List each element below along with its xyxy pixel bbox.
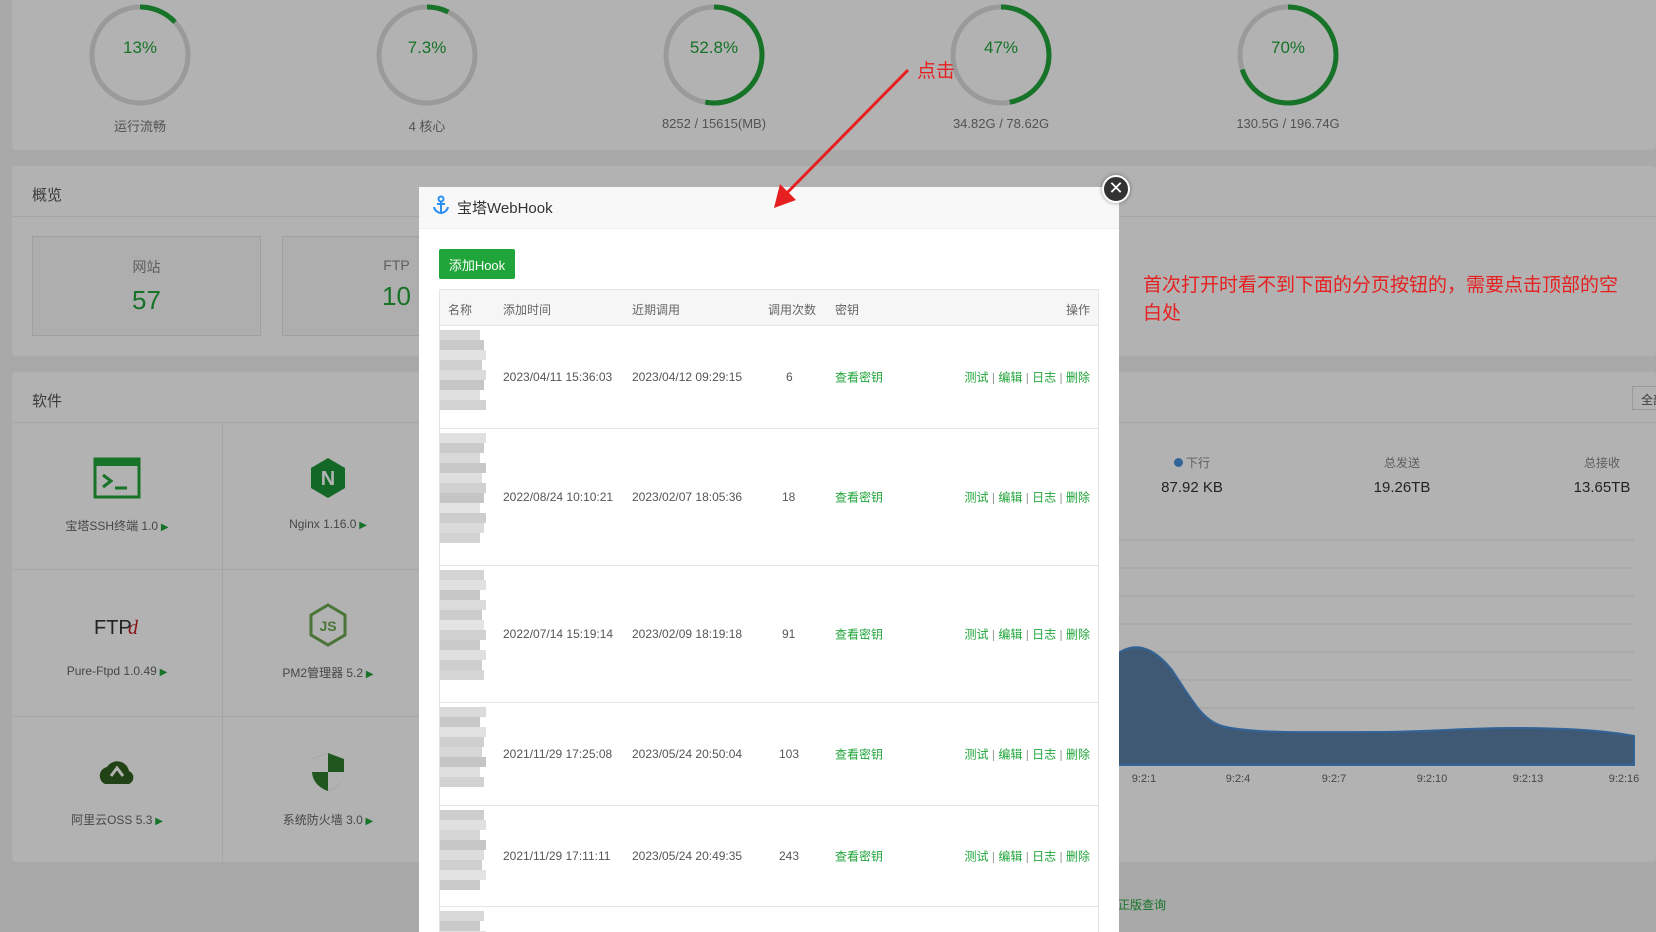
test-link[interactable]: 测试 [965,748,989,762]
call-count: 6 [786,370,793,384]
separator: | [991,627,995,642]
col-key: 密钥 [835,303,860,317]
delete-link[interactable]: 删除 [1066,748,1090,762]
blurred-name [440,911,488,932]
blurred-name [440,330,488,425]
delete-link[interactable]: 删除 [1066,628,1090,642]
blurred-name [440,570,488,698]
separator: | [1059,627,1063,642]
table-row: 2022/08/24 10:10:21 2023/02/07 18:05:36 … [440,429,1098,566]
recent-call: 2023/02/09 18:19:18 [632,627,743,641]
table-row: 2023/04/11 15:36:03 2023/04/12 09:29:15 … [440,326,1098,429]
separator: | [1059,370,1063,385]
col-ops: 操作 [1065,303,1090,317]
separator: | [991,849,995,864]
close-icon: ✕ [1108,178,1124,198]
separator: | [1025,849,1029,864]
separator: | [991,370,995,385]
col-recent: 近期调用 [632,303,681,317]
view-key-link[interactable]: 查看密钥 [835,848,883,865]
test-link[interactable]: 测试 [965,850,989,864]
edit-link[interactable]: 编辑 [998,491,1022,505]
separator: | [1059,747,1063,762]
log-link[interactable]: 日志 [1032,748,1056,762]
added-time: 2023/04/11 15:36:03 [503,370,613,384]
blurred-name [440,433,488,561]
call-count: 103 [779,747,800,761]
separator: | [1059,849,1063,864]
edit-link[interactable]: 编辑 [998,748,1022,762]
row-actions: 测试 | 编辑 | 日志 | 删除 [965,848,1091,865]
row-actions: 测试 | 编辑 | 日志 | 删除 [965,626,1091,643]
annotation-click-label: 点击 [917,61,956,82]
blurred-name [440,810,488,903]
recent-call: 2023/02/07 18:05:36 [632,490,743,504]
log-link[interactable]: 日志 [1032,371,1056,385]
separator: | [1025,490,1029,505]
col-count: 调用次数 [768,303,817,317]
table-row: 2021/11/29 17:25:08 2023/05/24 20:50:04 … [440,703,1098,806]
delete-link[interactable]: 删除 [1066,371,1090,385]
recent-call: 2023/04/12 09:29:15 [632,370,743,384]
separator: | [1025,747,1029,762]
edit-link[interactable]: 编辑 [998,371,1022,385]
separator: | [1059,490,1063,505]
anchor-icon [431,195,451,220]
col-name: 名称 [448,303,473,317]
delete-link[interactable]: 删除 [1066,850,1090,864]
added-time: 2021/11/29 17:11:11 [503,849,611,863]
separator: | [991,490,995,505]
edit-link[interactable]: 编辑 [998,628,1022,642]
add-hook-button[interactable]: 添加Hook [439,249,515,279]
added-time: 2022/08/24 10:10:21 [503,490,614,504]
view-key-link[interactable]: 查看密钥 [835,489,883,506]
annotation-note: 首次打开时看不到下面的分页按钮的，需要点击顶部的空白处 [1143,275,1619,324]
close-dialog-button[interactable]: ✕ [1102,175,1130,203]
row-actions: 测试 | 编辑 | 日志 | 删除 [965,746,1091,763]
view-key-link[interactable]: 查看密钥 [835,369,883,386]
call-count: 243 [779,849,800,863]
log-link[interactable]: 日志 [1032,850,1056,864]
col-added: 添加时间 [503,303,552,317]
test-link[interactable]: 测试 [965,371,989,385]
separator: | [1025,370,1029,385]
view-key-link[interactable]: 查看密钥 [835,626,883,643]
recent-call: 2023/05/24 20:50:04 [632,747,743,761]
test-link[interactable]: 测试 [965,491,989,505]
added-time: 2022/07/14 15:19:14 [503,627,614,641]
test-link[interactable]: 测试 [965,628,989,642]
separator: | [991,747,995,762]
table-row: 2021/11/29 17:11:11 2023/05/24 20:49:35 … [440,806,1098,907]
dialog-title: 宝塔WebHook [457,200,553,217]
edit-link[interactable]: 编辑 [998,850,1022,864]
annotation-arrow [774,68,910,208]
call-count: 91 [782,627,796,641]
webhook-dialog: 宝塔WebHook 添加Hook 名称 添加时间 近期调用 调用次数 密钥 操作… [419,187,1119,932]
separator: | [1025,627,1029,642]
table-row: 2022/07/14 15:19:14 2023/02/09 18:19:18 … [440,566,1098,703]
table-header: 名称 添加时间 近期调用 调用次数 密钥 操作 [440,290,1098,326]
row-actions: 测试 | 编辑 | 日志 | 删除 [965,489,1091,506]
view-key-link[interactable]: 查看密钥 [835,746,883,763]
delete-link[interactable]: 删除 [1066,491,1090,505]
call-count: 18 [782,490,796,504]
recent-call: 2023/05/24 20:49:35 [632,849,743,863]
webhook-table: 名称 添加时间 近期调用 调用次数 密钥 操作 2023/04/11 15:36… [439,289,1099,932]
added-time: 2021/11/29 17:25:08 [503,747,613,761]
log-link[interactable]: 日志 [1032,628,1056,642]
table-row [440,907,1098,932]
log-link[interactable]: 日志 [1032,491,1056,505]
blurred-name [440,707,488,802]
row-actions: 测试 | 编辑 | 日志 | 删除 [965,369,1091,386]
